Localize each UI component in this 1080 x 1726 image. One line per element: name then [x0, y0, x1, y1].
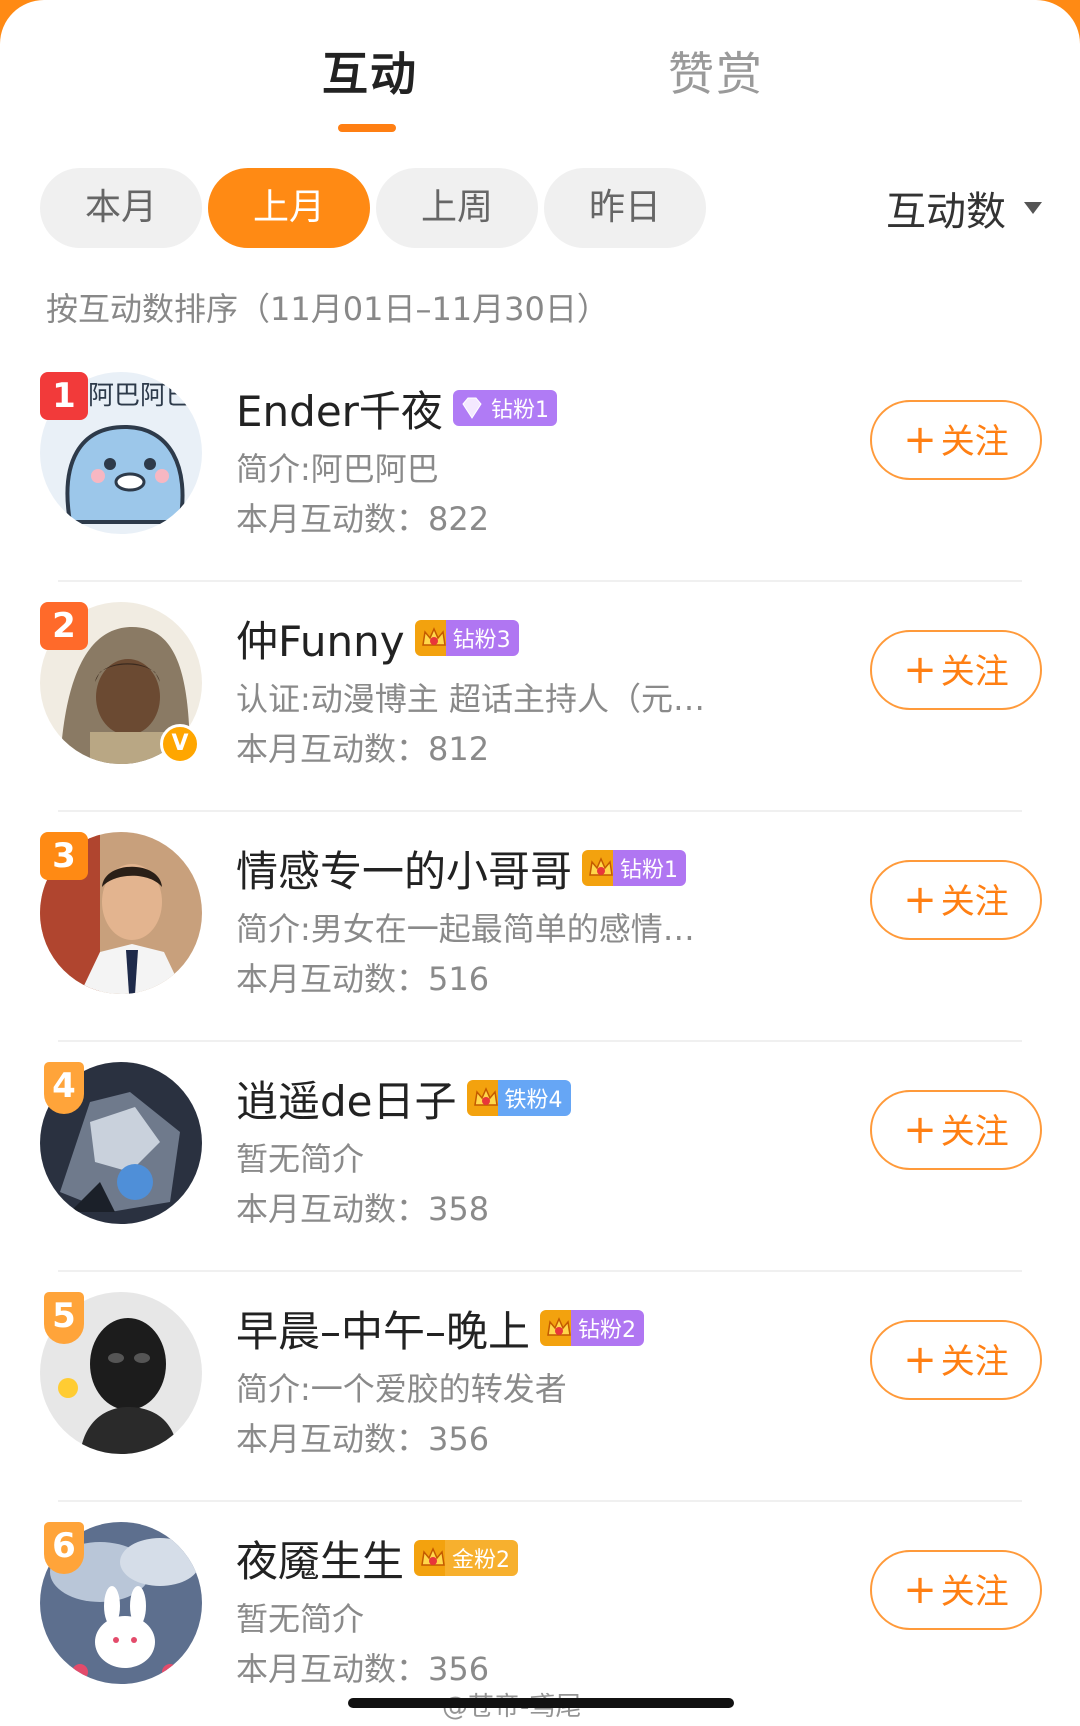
- plus-icon: +: [903, 1107, 937, 1153]
- list-item[interactable]: 3 情感专一的小哥哥 钻粉1 简介:男女在一起最简单的感情… 本月互动数：516…: [0, 812, 1080, 1042]
- follow-button[interactable]: + 关注: [870, 400, 1042, 480]
- fan-badge: 金粉2: [414, 1540, 519, 1576]
- plus-icon: +: [903, 647, 937, 693]
- user-name[interactable]: 早晨–中午–晚上: [236, 1298, 530, 1359]
- rank-badge: 3: [40, 832, 88, 880]
- filter-yesterday[interactable]: 昨日: [544, 168, 706, 248]
- follow-button[interactable]: + 关注: [870, 860, 1042, 940]
- crown-icon: [421, 1547, 445, 1566]
- ranking-list: 阿巴阿巴 1 Ender千夜 钻粉1 简介:阿巴阿巴 本月互动数：822 + 关注: [0, 352, 1080, 1726]
- follow-button[interactable]: + 关注: [870, 1550, 1042, 1630]
- verified-icon: V: [160, 724, 200, 764]
- fan-badge: 钻粉1: [582, 850, 687, 886]
- filter-last-week[interactable]: 上周: [376, 168, 538, 248]
- interaction-count: 本月互动数：812: [236, 730, 490, 768]
- rank-badge: 6: [44, 1522, 84, 1574]
- fan-badge: 钻粉2: [540, 1310, 645, 1346]
- user-bio: 简介:一个爱胶的转发者: [236, 1370, 567, 1408]
- rank-badge: 2: [40, 602, 88, 650]
- svg-text:阿巴阿巴: 阿巴阿巴: [88, 381, 192, 411]
- follow-button[interactable]: + 关注: [870, 1090, 1042, 1170]
- user-bio: 暂无简介: [236, 1140, 365, 1178]
- interaction-count: 本月互动数：356: [236, 1420, 490, 1458]
- list-item[interactable]: 2 V 仲Funny 钻粉3 认证:动漫博主 超话主持人（元… 本月互动数：81…: [0, 582, 1080, 812]
- user-bio: 简介:男女在一起最简单的感情…: [236, 910, 695, 948]
- diamond-icon: [462, 397, 482, 419]
- sort-dropdown[interactable]: 互动数: [886, 180, 1042, 236]
- tab-reward[interactable]: 赞赏: [668, 38, 764, 104]
- crown-icon: [589, 857, 613, 876]
- plus-icon: +: [903, 1337, 937, 1383]
- user-name[interactable]: 逍遥de日子: [236, 1068, 457, 1129]
- tab-interaction[interactable]: 互动: [322, 38, 418, 104]
- rank-badge: 5: [44, 1292, 84, 1344]
- user-name[interactable]: 夜魇生生: [236, 1528, 404, 1589]
- plus-icon: +: [903, 1567, 937, 1613]
- list-item[interactable]: 4 逍遥de日子 铁粉4 暂无简介 本月互动数：358 + 关注: [0, 1042, 1080, 1272]
- follow-button[interactable]: + 关注: [870, 630, 1042, 710]
- rank-badge: 4: [44, 1062, 84, 1114]
- user-name[interactable]: Ender千夜: [236, 378, 443, 439]
- sort-description: 按互动数排序（11月01日–11月30日）: [46, 290, 609, 328]
- tab-bar: 互动 赞赏: [0, 38, 1080, 138]
- plus-icon: +: [903, 877, 937, 923]
- fan-badge: 钻粉3: [414, 620, 519, 656]
- fan-badge: 钻粉1: [452, 390, 557, 426]
- follow-button[interactable]: + 关注: [870, 1320, 1042, 1400]
- sheet: 互动 赞赏 本月 上月 上周 昨日 互动数 按互动数排序（11月01日–11月3…: [0, 0, 1080, 1726]
- active-tab-indicator: [338, 124, 396, 132]
- crown-icon: [473, 1087, 498, 1106]
- user-bio: 认证:动漫博主 超话主持人（元…: [236, 680, 705, 718]
- rank-badge: 1: [40, 372, 88, 420]
- user-bio: 简介:阿巴阿巴: [236, 450, 439, 488]
- sort-label: 互动数: [886, 189, 1006, 235]
- fan-badge: 铁粉4: [466, 1080, 571, 1116]
- filter-this-month[interactable]: 本月: [40, 168, 202, 248]
- user-bio: 暂无简介: [236, 1600, 365, 1638]
- crown-icon: [421, 627, 446, 646]
- crown-icon: [547, 1317, 571, 1336]
- user-name[interactable]: 情感专一的小哥哥: [236, 838, 572, 899]
- list-item[interactable]: 阿巴阿巴 1 Ender千夜 钻粉1 简介:阿巴阿巴 本月互动数：822 + 关注: [0, 352, 1080, 582]
- user-name[interactable]: 仲Funny: [236, 608, 405, 669]
- interaction-count: 本月互动数：516: [236, 960, 490, 998]
- interaction-count: 本月互动数：356: [236, 1650, 490, 1688]
- filter-last-month[interactable]: 上月: [208, 168, 370, 248]
- plus-icon: +: [903, 417, 937, 463]
- interaction-count: 本月互动数：358: [236, 1190, 490, 1228]
- caret-down-icon: [1024, 202, 1042, 214]
- interaction-count: 本月互动数：822: [236, 500, 490, 538]
- list-item[interactable]: 5 早晨–中午–晚上 钻粉2 简介:一个爱胶的转发者 本月互动数：356 + 关注: [0, 1272, 1080, 1502]
- home-indicator[interactable]: [348, 1698, 734, 1708]
